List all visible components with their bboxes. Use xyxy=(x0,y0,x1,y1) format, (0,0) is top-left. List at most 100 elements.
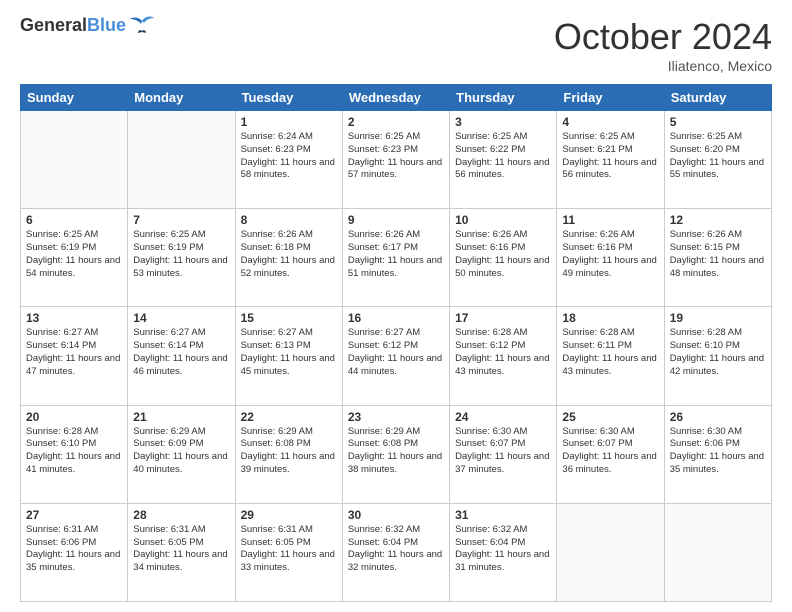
day-info: Sunrise: 6:28 AM Sunset: 6:10 PM Dayligh… xyxy=(670,327,766,378)
day-number: 25 xyxy=(562,410,658,424)
day-info: Sunrise: 6:30 AM Sunset: 6:06 PM Dayligh… xyxy=(670,426,766,477)
day-number: 19 xyxy=(670,311,766,325)
sunset-label: Sunset: 6:04 PM xyxy=(348,537,418,548)
daylight-label: Daylight: 11 hours and 53 minutes. xyxy=(133,255,227,279)
calendar-cell: 25 Sunrise: 6:30 AM Sunset: 6:07 PM Dayl… xyxy=(557,405,664,503)
day-info: Sunrise: 6:28 AM Sunset: 6:12 PM Dayligh… xyxy=(455,327,551,378)
day-info: Sunrise: 6:28 AM Sunset: 6:11 PM Dayligh… xyxy=(562,327,658,378)
day-number: 4 xyxy=(562,115,658,129)
sunrise-label: Sunrise: 6:31 AM xyxy=(133,524,205,535)
sunrise-label: Sunrise: 6:28 AM xyxy=(455,327,527,338)
day-number: 3 xyxy=(455,115,551,129)
logo-general: General xyxy=(20,15,87,35)
sunset-label: Sunset: 6:05 PM xyxy=(241,537,311,548)
sunset-label: Sunset: 6:09 PM xyxy=(133,438,203,449)
daylight-label: Daylight: 11 hours and 57 minutes. xyxy=(348,157,442,181)
header-wednesday: Wednesday xyxy=(342,85,449,111)
calendar-cell: 30 Sunrise: 6:32 AM Sunset: 6:04 PM Dayl… xyxy=(342,503,449,601)
sunrise-label: Sunrise: 6:29 AM xyxy=(241,426,313,437)
day-info: Sunrise: 6:31 AM Sunset: 6:06 PM Dayligh… xyxy=(26,524,122,575)
sunrise-label: Sunrise: 6:30 AM xyxy=(670,426,742,437)
day-info: Sunrise: 6:30 AM Sunset: 6:07 PM Dayligh… xyxy=(562,426,658,477)
daylight-label: Daylight: 11 hours and 45 minutes. xyxy=(241,353,335,377)
sunrise-label: Sunrise: 6:26 AM xyxy=(670,229,742,240)
weekday-header-row: Sunday Monday Tuesday Wednesday Thursday… xyxy=(21,85,772,111)
day-number: 6 xyxy=(26,213,122,227)
sunrise-label: Sunrise: 6:29 AM xyxy=(348,426,420,437)
calendar-cell: 1 Sunrise: 6:24 AM Sunset: 6:23 PM Dayli… xyxy=(235,111,342,209)
week-row-4: 20 Sunrise: 6:28 AM Sunset: 6:10 PM Dayl… xyxy=(21,405,772,503)
calendar-cell: 17 Sunrise: 6:28 AM Sunset: 6:12 PM Dayl… xyxy=(450,307,557,405)
day-number: 17 xyxy=(455,311,551,325)
sunrise-label: Sunrise: 6:26 AM xyxy=(455,229,527,240)
day-number: 9 xyxy=(348,213,444,227)
day-info: Sunrise: 6:25 AM Sunset: 6:21 PM Dayligh… xyxy=(562,131,658,182)
calendar-cell: 15 Sunrise: 6:27 AM Sunset: 6:13 PM Dayl… xyxy=(235,307,342,405)
sunrise-label: Sunrise: 6:25 AM xyxy=(26,229,98,240)
daylight-label: Daylight: 11 hours and 47 minutes. xyxy=(26,353,120,377)
calendar-table: Sunday Monday Tuesday Wednesday Thursday… xyxy=(20,84,772,602)
day-number: 31 xyxy=(455,508,551,522)
calendar-cell: 16 Sunrise: 6:27 AM Sunset: 6:12 PM Dayl… xyxy=(342,307,449,405)
sunrise-label: Sunrise: 6:32 AM xyxy=(455,524,527,535)
sunset-label: Sunset: 6:07 PM xyxy=(455,438,525,449)
calendar-cell: 29 Sunrise: 6:31 AM Sunset: 6:05 PM Dayl… xyxy=(235,503,342,601)
sunset-label: Sunset: 6:17 PM xyxy=(348,242,418,253)
day-number: 22 xyxy=(241,410,337,424)
sunset-label: Sunset: 6:06 PM xyxy=(26,537,96,548)
daylight-label: Daylight: 11 hours and 43 minutes. xyxy=(455,353,549,377)
sunset-label: Sunset: 6:12 PM xyxy=(348,340,418,351)
day-info: Sunrise: 6:26 AM Sunset: 6:16 PM Dayligh… xyxy=(562,229,658,280)
sunset-label: Sunset: 6:06 PM xyxy=(670,438,740,449)
logo: GeneralBlue xyxy=(20,16,156,36)
day-info: Sunrise: 6:24 AM Sunset: 6:23 PM Dayligh… xyxy=(241,131,337,182)
daylight-label: Daylight: 11 hours and 35 minutes. xyxy=(26,549,120,573)
sunrise-label: Sunrise: 6:28 AM xyxy=(670,327,742,338)
calendar-cell: 28 Sunrise: 6:31 AM Sunset: 6:05 PM Dayl… xyxy=(128,503,235,601)
sunset-label: Sunset: 6:14 PM xyxy=(26,340,96,351)
sunrise-label: Sunrise: 6:29 AM xyxy=(133,426,205,437)
page: GeneralBlue October 2024 Iliatenco, Mexi… xyxy=(0,0,792,612)
day-info: Sunrise: 6:28 AM Sunset: 6:10 PM Dayligh… xyxy=(26,426,122,477)
header-saturday: Saturday xyxy=(664,85,771,111)
header-friday: Friday xyxy=(557,85,664,111)
day-info: Sunrise: 6:32 AM Sunset: 6:04 PM Dayligh… xyxy=(455,524,551,575)
day-info: Sunrise: 6:30 AM Sunset: 6:07 PM Dayligh… xyxy=(455,426,551,477)
day-info: Sunrise: 6:26 AM Sunset: 6:15 PM Dayligh… xyxy=(670,229,766,280)
sunset-label: Sunset: 6:18 PM xyxy=(241,242,311,253)
header-thursday: Thursday xyxy=(450,85,557,111)
sunset-label: Sunset: 6:16 PM xyxy=(562,242,632,253)
day-info: Sunrise: 6:32 AM Sunset: 6:04 PM Dayligh… xyxy=(348,524,444,575)
sunrise-label: Sunrise: 6:26 AM xyxy=(241,229,313,240)
calendar-cell: 21 Sunrise: 6:29 AM Sunset: 6:09 PM Dayl… xyxy=(128,405,235,503)
sunset-label: Sunset: 6:10 PM xyxy=(26,438,96,449)
sunset-label: Sunset: 6:12 PM xyxy=(455,340,525,351)
day-number: 15 xyxy=(241,311,337,325)
header-sunday: Sunday xyxy=(21,85,128,111)
calendar-cell xyxy=(128,111,235,209)
sunrise-label: Sunrise: 6:32 AM xyxy=(348,524,420,535)
daylight-label: Daylight: 11 hours and 52 minutes. xyxy=(241,255,335,279)
header: GeneralBlue October 2024 Iliatenco, Mexi… xyxy=(20,16,772,74)
sunrise-label: Sunrise: 6:24 AM xyxy=(241,131,313,142)
sunrise-label: Sunrise: 6:25 AM xyxy=(348,131,420,142)
daylight-label: Daylight: 11 hours and 39 minutes. xyxy=(241,451,335,475)
daylight-label: Daylight: 11 hours and 44 minutes. xyxy=(348,353,442,377)
sunrise-label: Sunrise: 6:26 AM xyxy=(348,229,420,240)
daylight-label: Daylight: 11 hours and 46 minutes. xyxy=(133,353,227,377)
week-row-2: 6 Sunrise: 6:25 AM Sunset: 6:19 PM Dayli… xyxy=(21,209,772,307)
calendar-cell: 27 Sunrise: 6:31 AM Sunset: 6:06 PM Dayl… xyxy=(21,503,128,601)
day-info: Sunrise: 6:25 AM Sunset: 6:19 PM Dayligh… xyxy=(133,229,229,280)
sunrise-label: Sunrise: 6:31 AM xyxy=(241,524,313,535)
sunset-label: Sunset: 6:21 PM xyxy=(562,144,632,155)
daylight-label: Daylight: 11 hours and 32 minutes. xyxy=(348,549,442,573)
calendar-cell: 22 Sunrise: 6:29 AM Sunset: 6:08 PM Dayl… xyxy=(235,405,342,503)
day-number: 10 xyxy=(455,213,551,227)
day-info: Sunrise: 6:27 AM Sunset: 6:12 PM Dayligh… xyxy=(348,327,444,378)
calendar-cell xyxy=(21,111,128,209)
sunrise-label: Sunrise: 6:25 AM xyxy=(670,131,742,142)
sunset-label: Sunset: 6:04 PM xyxy=(455,537,525,548)
day-number: 12 xyxy=(670,213,766,227)
daylight-label: Daylight: 11 hours and 48 minutes. xyxy=(670,255,764,279)
day-number: 11 xyxy=(562,213,658,227)
